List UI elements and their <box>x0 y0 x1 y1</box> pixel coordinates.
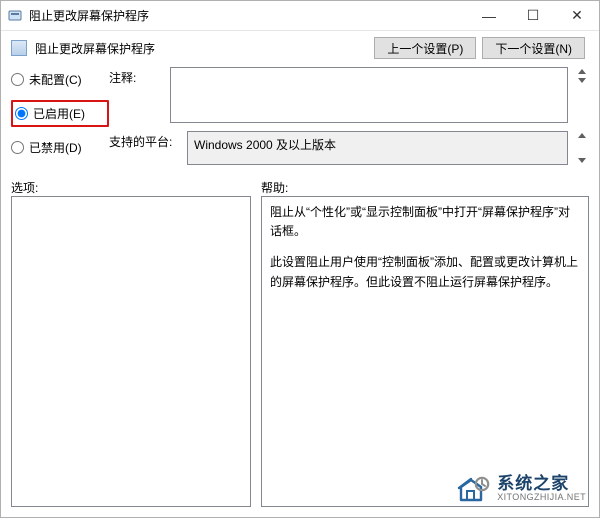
prev-setting-button[interactable]: 上一个设置(P) <box>374 37 476 59</box>
platform-scroll[interactable] <box>574 131 589 165</box>
policy-title: 阻止更改屏幕保护程序 <box>35 40 366 57</box>
lower-area: 选项: 帮助: 阻止从“个性化”或“显示控制面板”中打开“屏幕保护程序”对话框。… <box>1 173 599 517</box>
radio-not-configured[interactable]: 未配置(C) <box>11 71 109 88</box>
radio-disabled[interactable]: 已禁用(D) <box>11 139 109 156</box>
close-button[interactable]: ✕ <box>555 1 599 30</box>
platform-box: Windows 2000 及以上版本 <box>187 131 568 165</box>
radio-not-configured-input[interactable] <box>11 73 24 86</box>
comment-label: 注释: <box>109 67 164 86</box>
comment-row: 注释: <box>109 67 589 123</box>
nav-buttons: 上一个设置(P) 下一个设置(N) <box>374 37 585 59</box>
scroll-down-icon <box>578 158 586 163</box>
comment-textarea[interactable] <box>170 67 568 123</box>
title-bar: 阻止更改屏幕保护程序 — ☐ ✕ <box>1 1 599 31</box>
help-label: 帮助: <box>261 179 589 196</box>
platform-value: Windows 2000 及以上版本 <box>194 138 336 152</box>
options-pane[interactable] <box>11 196 251 507</box>
maximize-button[interactable]: ☐ <box>511 1 555 30</box>
policy-icon <box>11 40 27 56</box>
app-icon <box>7 8 23 24</box>
fields-column: 注释: 支持的平台: Windows 2000 及以上版本 <box>109 67 589 165</box>
platform-label: 支持的平台: <box>109 131 181 150</box>
radio-not-configured-label: 未配置(C) <box>29 71 82 88</box>
window-controls: — ☐ ✕ <box>467 1 599 30</box>
minimize-button[interactable]: — <box>467 1 511 30</box>
config-area: 未配置(C) 已启用(E) 已禁用(D) 注释: <box>1 65 599 165</box>
policy-header: 阻止更改屏幕保护程序 上一个设置(P) 下一个设置(N) <box>1 31 599 65</box>
scroll-up-icon <box>578 133 586 138</box>
comment-scroll[interactable] <box>574 67 589 85</box>
title-text: 阻止更改屏幕保护程序 <box>29 7 467 24</box>
highlight-enabled: 已启用(E) <box>11 100 109 127</box>
options-label: 选项: <box>11 179 251 196</box>
radio-enabled-label: 已启用(E) <box>33 105 85 122</box>
dialog-window: 阻止更改屏幕保护程序 — ☐ ✕ 阻止更改屏幕保护程序 上一个设置(P) 下一个… <box>0 0 600 518</box>
options-pane-col: 选项: <box>11 179 251 507</box>
help-pane-col: 帮助: 阻止从“个性化”或“显示控制面板”中打开“屏幕保护程序”对话框。 此设置… <box>261 179 589 507</box>
radio-enabled[interactable]: 已启用(E) <box>15 105 103 122</box>
panes-row: 选项: 帮助: 阻止从“个性化”或“显示控制面板”中打开“屏幕保护程序”对话框。… <box>11 179 589 507</box>
next-setting-button[interactable]: 下一个设置(N) <box>482 37 585 59</box>
help-paragraph-1: 阻止从“个性化”或“显示控制面板”中打开“屏幕保护程序”对话框。 <box>270 203 580 241</box>
radio-enabled-input[interactable] <box>15 107 28 120</box>
platform-row: 支持的平台: Windows 2000 及以上版本 <box>109 131 589 165</box>
help-pane[interactable]: 阻止从“个性化”或“显示控制面板”中打开“屏幕保护程序”对话框。 此设置阻止用户… <box>261 196 589 507</box>
radio-disabled-label: 已禁用(D) <box>29 139 82 156</box>
radio-group: 未配置(C) 已启用(E) 已禁用(D) <box>11 67 109 165</box>
scroll-up-icon <box>578 69 586 74</box>
radio-disabled-input[interactable] <box>11 141 24 154</box>
scroll-down-icon <box>578 78 586 83</box>
help-paragraph-2: 此设置阻止用户使用“控制面板”添加、配置或更改计算机上的屏幕保护程序。但此设置不… <box>270 253 580 291</box>
